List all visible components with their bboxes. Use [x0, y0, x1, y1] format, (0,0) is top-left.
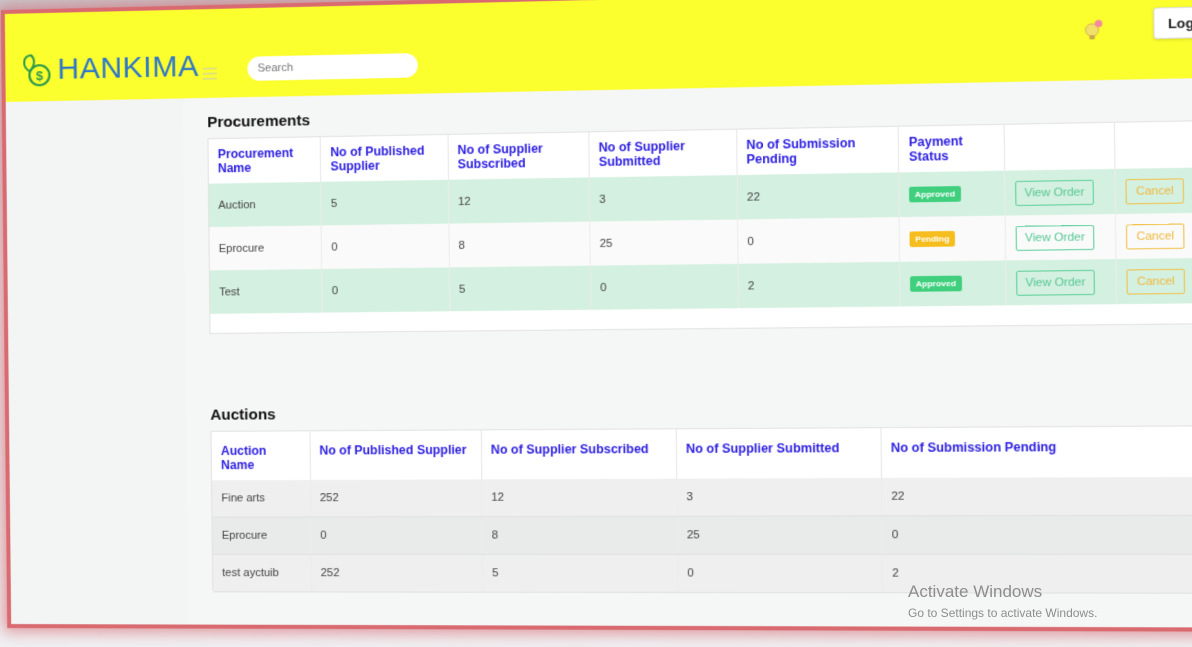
- view-order-button[interactable]: View Order: [1014, 179, 1095, 206]
- column-header: Procurement Name: [208, 137, 321, 184]
- table-header-row: Auction Name No of Published Supplier No…: [211, 426, 1192, 481]
- cell-published: 0: [310, 516, 483, 555]
- watermark-title: Activate Windows: [908, 582, 1043, 601]
- action-cell: Cancel: [1116, 257, 1192, 305]
- payment-status-cell: Approved: [898, 170, 1005, 218]
- action-cell: View Order: [1005, 259, 1117, 306]
- cell-subscribed: 12: [447, 177, 590, 224]
- status-badge: Approved: [910, 275, 962, 292]
- cell-published: 252: [310, 554, 483, 593]
- dollar-leaf-icon: $: [23, 54, 51, 87]
- auction-name: Fine arts: [212, 479, 311, 518]
- table-row: Eprocure 0 8 25 0: [212, 515, 1192, 555]
- cell-submitted: 25: [589, 219, 738, 266]
- auction-name: test ayctuib: [212, 554, 312, 592]
- column-header: No of Supplier Subscribed: [447, 132, 589, 180]
- column-header: Auction Name: [211, 431, 310, 481]
- payment-status-cell: Pending: [899, 215, 1006, 262]
- logo[interactable]: $ HANKIMA: [17, 48, 199, 90]
- cancel-button[interactable]: Cancel: [1126, 268, 1185, 295]
- cancel-button[interactable]: Cancel: [1126, 223, 1185, 249]
- cell-submitted: 25: [676, 515, 882, 555]
- auctions-card: Auction Name No of Published Supplier No…: [210, 425, 1192, 594]
- procurement-name: Eprocure: [209, 225, 322, 271]
- sidebar: [5, 98, 190, 625]
- lightbulb-icon[interactable]: [1081, 17, 1108, 43]
- cell-pending: 0: [881, 515, 1192, 555]
- column-header: [1114, 121, 1192, 169]
- cell-pending: 22: [880, 476, 1192, 516]
- cancel-button[interactable]: Cancel: [1125, 177, 1184, 204]
- column-header: No of Submission Pending: [880, 426, 1192, 479]
- cell-pending: 22: [736, 172, 900, 220]
- column-header: No of Published Supplier: [309, 430, 482, 480]
- logout-button[interactable]: Log out: [1153, 5, 1192, 40]
- column-header: No of Published Supplier: [320, 134, 448, 182]
- view-order-button[interactable]: View Order: [1015, 269, 1096, 296]
- auction-name: Eprocure: [212, 516, 311, 555]
- action-cell: Cancel: [1115, 212, 1192, 260]
- procurements-card: Procurement Name No of Published Supplie…: [207, 120, 1192, 334]
- auctions-table: Auction Name No of Published Supplier No…: [211, 426, 1192, 594]
- cell-subscribed: 8: [481, 516, 678, 555]
- procurement-name: Test: [209, 269, 323, 314]
- view-order-button[interactable]: View Order: [1015, 224, 1095, 251]
- column-header: No of Supplier Subscribed: [480, 429, 677, 480]
- menu-toggle-icon[interactable]: [202, 67, 217, 80]
- column-header: Payment Status: [898, 124, 1005, 173]
- cell-submitted: 0: [589, 263, 739, 310]
- cell-submitted: 3: [676, 478, 882, 517]
- auctions-title: Auctions: [210, 406, 276, 424]
- cell-published: 0: [321, 223, 449, 270]
- action-cell: Cancel: [1115, 167, 1192, 214]
- table-row: Fine arts 252 12 3 22: [212, 476, 1192, 518]
- procurements-table: Procurement Name No of Published Supplie…: [208, 121, 1192, 314]
- activate-windows-watermark: Activate Windows Go to Settings to activ…: [908, 582, 1097, 620]
- svg-text:$: $: [36, 68, 44, 83]
- status-badge: Approved: [909, 186, 961, 203]
- column-header: No of Supplier Submitted: [675, 428, 881, 479]
- procurements-title: Procurements: [207, 112, 311, 132]
- watermark-subtitle: Go to Settings to activate Windows.: [908, 606, 1098, 620]
- search-input[interactable]: [247, 52, 418, 81]
- cell-subscribed: 5: [482, 554, 678, 593]
- column-header: [1003, 122, 1116, 171]
- column-header: No of Submission Pending: [736, 126, 899, 176]
- procurement-name: Auction: [208, 181, 322, 228]
- logo-text: HANKIMA: [57, 49, 199, 86]
- cell-published: 5: [320, 179, 449, 226]
- cell-subscribed: 5: [448, 265, 591, 312]
- action-cell: View Order: [1004, 168, 1116, 216]
- status-badge: Pending: [909, 230, 955, 248]
- action-cell: View Order: [1004, 213, 1117, 261]
- cell-pending: 2: [737, 261, 901, 309]
- cell-pending: 0: [737, 217, 900, 264]
- column-header: No of Supplier Submitted: [588, 129, 737, 178]
- payment-status-cell: Approved: [899, 260, 1006, 307]
- cell-published: 0: [321, 267, 450, 313]
- cell-submitted: 3: [588, 175, 738, 222]
- cell-subscribed: 12: [481, 478, 677, 517]
- cell-submitted: 0: [677, 554, 883, 593]
- cell-published: 252: [309, 479, 482, 517]
- cell-subscribed: 8: [448, 221, 590, 268]
- main-content: Procurements Procurement Name No of Publ…: [182, 77, 1192, 628]
- screenshot-frame: $ HANKIMA Log out Procurements Procureme…: [0, 0, 1192, 632]
